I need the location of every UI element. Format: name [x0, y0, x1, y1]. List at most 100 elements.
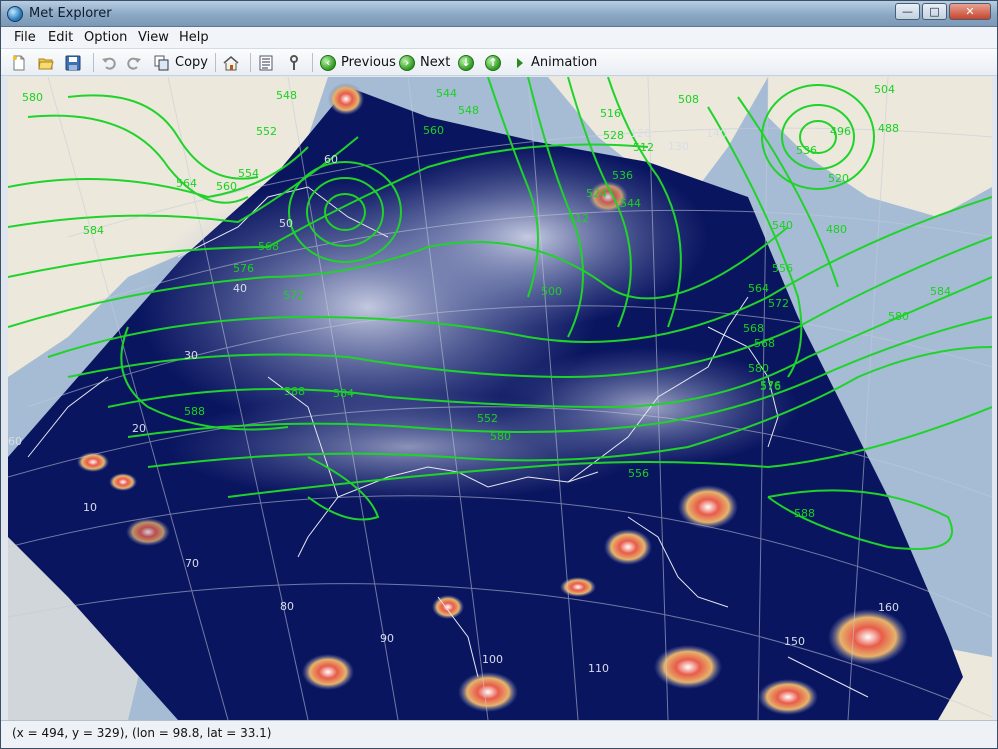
next-label: Next	[420, 55, 451, 70]
longitude-label: 150	[784, 635, 805, 648]
contour-label: 564	[748, 282, 769, 295]
longitude-label: 100	[482, 653, 503, 666]
contour-label: 584	[83, 224, 104, 237]
globe-icon	[7, 6, 23, 22]
contour-label: 536	[612, 169, 633, 182]
latitude-label: 10	[83, 501, 97, 514]
new-file-icon	[13, 55, 25, 70]
copy-icon	[154, 55, 169, 70]
storm-cell	[328, 83, 364, 115]
save-button[interactable]	[65, 53, 81, 72]
map-canvas[interactable]: 580 548 544 548 560 552 554 564 560 568 …	[8, 77, 992, 720]
close-button[interactable]: ✕	[949, 3, 991, 20]
wrench-icon	[290, 54, 298, 70]
contour-label: 580	[22, 91, 43, 104]
contour-label: 588	[184, 405, 205, 418]
up-button[interactable]: ↑	[485, 53, 501, 72]
contour-label: 560	[216, 180, 237, 193]
storm-cell	[758, 679, 818, 715]
contour-label: 488	[878, 122, 899, 135]
latitude-label: 20	[132, 422, 146, 435]
copy-label: Copy	[175, 55, 208, 70]
longitude-label: 160	[878, 601, 899, 614]
animation-button[interactable]: Animation	[515, 53, 597, 72]
cursor-coordinates: (x = 494, y = 329), (lon = 98.8, lat = 3…	[12, 726, 272, 740]
contour-label: 536	[796, 144, 817, 157]
toolbar-separator	[250, 53, 251, 72]
contour-label: 556	[628, 467, 649, 480]
toolbar-separator	[215, 53, 216, 72]
contour-label: 496	[830, 125, 851, 138]
menu-view[interactable]: View	[138, 30, 169, 45]
storm-cell	[654, 645, 722, 689]
redo-icon	[127, 57, 141, 70]
contour-label: 584	[930, 285, 951, 298]
contour-label: 560	[423, 124, 444, 137]
new-button[interactable]	[11, 53, 27, 72]
previous-button[interactable]: ‹ Previous	[320, 53, 396, 72]
open-button[interactable]	[38, 53, 54, 72]
window-title: Met Explorer	[29, 6, 112, 21]
longitude-label: 70	[185, 557, 199, 570]
contour-label: 580	[888, 310, 909, 323]
contour-label: 564	[176, 177, 197, 190]
home-icon	[223, 55, 239, 70]
storm-cell	[604, 529, 652, 565]
menu-option[interactable]: Option	[84, 30, 127, 45]
contour-label: 554	[238, 167, 259, 180]
contour-label: 544	[620, 197, 641, 210]
contour-label: 520	[828, 172, 849, 185]
home-button[interactable]	[223, 53, 239, 72]
longitude-label: 60	[8, 435, 22, 448]
title-bar[interactable]: Met Explorer — □ ✕	[1, 1, 997, 27]
longitude-label: 130	[668, 140, 689, 153]
contour-label: 524	[586, 187, 607, 200]
storm-cell	[126, 518, 170, 546]
contour-label: 512	[633, 141, 654, 154]
toolbar: Copy ‹ Previous › Next ↓ ↑ Animation	[1, 49, 997, 76]
down-button[interactable]: ↓	[458, 53, 474, 72]
arrow-up-icon: ↑	[485, 54, 501, 71]
contour-label: 512	[568, 212, 589, 225]
contour-label: 584	[333, 387, 354, 400]
copy-button[interactable]: Copy	[154, 53, 208, 72]
cloud-mass-north	[348, 147, 708, 327]
contour-label: 504	[874, 83, 895, 96]
contour-label: 540	[772, 219, 793, 232]
settings-button[interactable]	[286, 53, 302, 72]
animation-label: Animation	[531, 55, 598, 70]
contour-label: 568	[743, 322, 764, 335]
contour-label: 548	[276, 89, 297, 102]
contour-label: 572	[283, 289, 304, 302]
status-bar: (x = 494, y = 329), (lon = 98.8, lat = 3…	[1, 720, 997, 748]
contour-label: 572	[768, 297, 789, 310]
menu-edit[interactable]: Edit	[48, 30, 73, 45]
contour-label: 516	[600, 107, 621, 120]
latitude-label: 60	[324, 153, 338, 166]
latitude-label: 40	[233, 282, 247, 295]
contour-label: 568	[258, 240, 279, 253]
arrow-right-icon: ›	[399, 54, 415, 71]
list-icon	[259, 55, 273, 70]
menu-file[interactable]: File	[14, 30, 36, 45]
contour-label: 588	[794, 507, 815, 520]
toolbar-separator	[93, 53, 94, 72]
arrow-left-icon: ‹	[320, 54, 336, 71]
play-icon	[517, 57, 523, 68]
undo-button[interactable]	[101, 53, 117, 72]
app-window: Met Explorer — □ ✕ File Edit Option View…	[0, 0, 998, 749]
contour-label: 480	[826, 223, 847, 236]
maximize-button[interactable]: □	[922, 3, 947, 20]
minimize-button[interactable]: —	[895, 3, 920, 20]
storm-cell	[828, 609, 908, 665]
contour-label: 508	[678, 93, 699, 106]
list-button[interactable]	[258, 53, 274, 72]
previous-label: Previous	[341, 55, 396, 70]
menu-bar: File Edit Option View Help	[1, 27, 997, 49]
next-button[interactable]: › Next	[399, 53, 450, 72]
map-view[interactable]: 580 548 544 548 560 552 554 564 560 568 …	[8, 77, 992, 720]
redo-button[interactable]	[126, 53, 142, 72]
longitude-label: 80	[280, 600, 294, 613]
menu-help[interactable]: Help	[179, 30, 209, 45]
longitude-label: 90	[380, 632, 394, 645]
